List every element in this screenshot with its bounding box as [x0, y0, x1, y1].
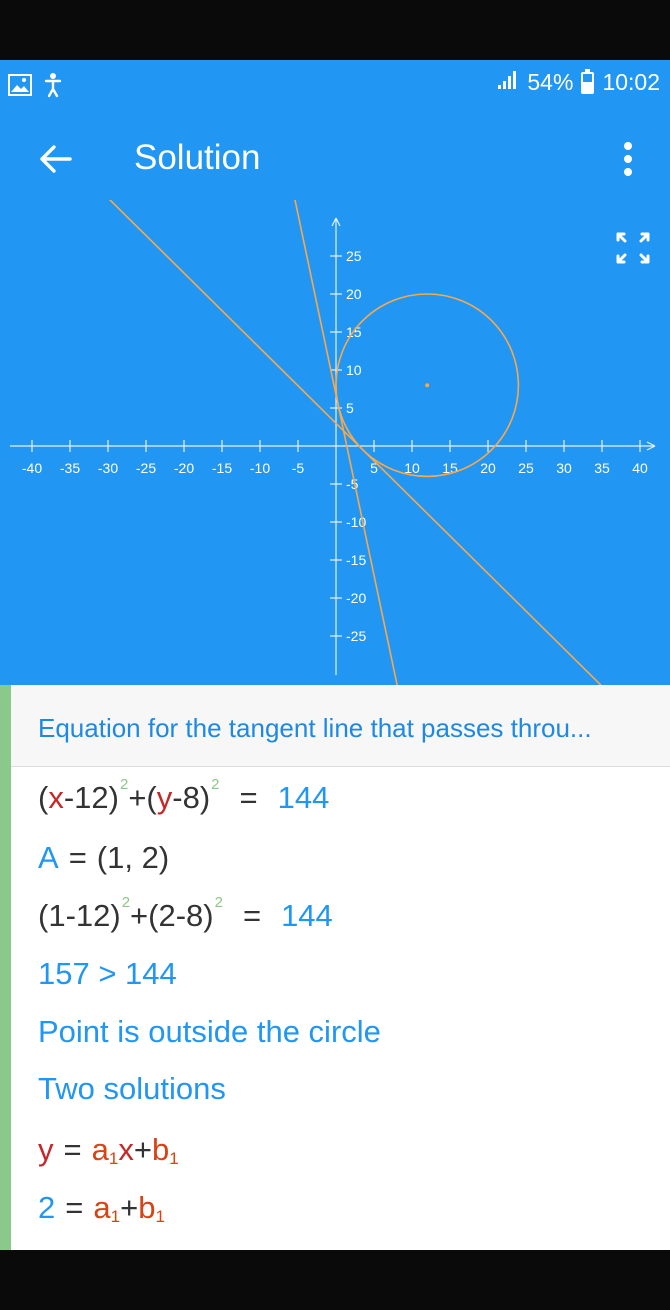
- page-title: Solution: [134, 138, 261, 177]
- y-tick-label: 25: [346, 248, 362, 264]
- x-tick-label: 20: [480, 460, 496, 476]
- equation-header-text: Equation for the tangent line that passe…: [38, 713, 592, 743]
- x-tick-label: 5: [370, 460, 378, 476]
- fullscreen-button[interactable]: [608, 222, 658, 272]
- coef-b-subscript: 1: [155, 1207, 165, 1226]
- tangent-line-1: [108, 200, 602, 685]
- y-tick-label: -25: [346, 628, 366, 644]
- exponent: 2: [211, 776, 220, 793]
- equals-sign: =: [63, 1132, 82, 1167]
- expand-icon: [616, 232, 650, 264]
- equals-sign: =: [65, 1190, 84, 1225]
- x-tick-label: -40: [22, 460, 42, 476]
- point-label: A: [38, 840, 59, 875]
- overflow-menu-button[interactable]: [608, 134, 648, 184]
- term-minus-12: -12): [63, 780, 119, 815]
- accessibility-icon: [42, 72, 64, 103]
- y-tick-label: -15: [346, 552, 366, 568]
- equals-sign: =: [242, 898, 262, 933]
- rhs-value: 144: [281, 898, 333, 933]
- step-comparison: 157 > 144: [38, 956, 177, 992]
- exponent: 2: [119, 776, 129, 793]
- gallery-icon: [8, 74, 32, 101]
- equals-sign: =: [68, 840, 87, 875]
- accent-bar: [0, 685, 11, 1250]
- plus-sign: +: [133, 1132, 152, 1167]
- comparison-text: 157 > 144: [38, 956, 177, 991]
- function-graph[interactable]: -40 -35 -30 -25 -20 -15 -10 -5 5 10 15 20 25 30 35 4025…: [0, 200, 670, 685]
- x-tick-label: -15: [212, 460, 232, 476]
- more-vert-icon: [624, 142, 632, 176]
- status-bar: 54% 10:02: [0, 60, 670, 108]
- plus-sign: +: [130, 898, 149, 933]
- step-point-a: A = (1, 2): [38, 840, 169, 876]
- term-1-minus-12: (1-12): [38, 898, 121, 933]
- paren-open: (: [38, 780, 49, 815]
- plus-sign: +: [128, 780, 147, 815]
- equals-sign: =: [239, 780, 258, 815]
- var-y: y: [38, 1132, 54, 1167]
- y-tick-label: -20: [346, 590, 366, 606]
- step-line-form: y = a 1 x + b 1: [38, 1132, 179, 1168]
- step-substituted-line: 2 = a 1 + b 1: [38, 1190, 165, 1226]
- y-tick-label: 10: [346, 362, 362, 378]
- lhs-value: 2: [38, 1190, 56, 1225]
- coef-b: b: [151, 1132, 170, 1167]
- back-button[interactable]: [30, 134, 80, 184]
- rhs-value: 144: [277, 780, 330, 815]
- solutions-text: Two solutions: [38, 1071, 226, 1106]
- var-y: y: [156, 780, 173, 815]
- x-tick-label: 30: [556, 460, 572, 476]
- tangent-line-2: [294, 200, 398, 685]
- y-tick-label: 5: [346, 400, 354, 416]
- x-tick-label: -20: [174, 460, 194, 476]
- bottom-black-bar: [0, 1250, 670, 1310]
- paren-open: (: [146, 780, 157, 815]
- x-tick-label: -25: [136, 460, 156, 476]
- step-substitution: (1-12) 2 + (2-8) 2 = 144: [38, 894, 333, 934]
- step-two-solutions: Two solutions: [38, 1071, 226, 1107]
- battery-percent: 54%: [527, 69, 574, 95]
- coef-a: a: [93, 1190, 111, 1225]
- var-x: x: [48, 780, 64, 815]
- point-coordinates: (1, 2): [96, 840, 170, 875]
- exponent: 2: [214, 894, 223, 911]
- app-bar: Solution: [0, 118, 670, 198]
- x-tick-label: -10: [250, 460, 270, 476]
- term-2-minus-8: (2-8): [148, 898, 214, 933]
- coef-b: b: [138, 1190, 156, 1225]
- coef-a-subscript: 1: [110, 1207, 121, 1226]
- y-tick-label: 20: [346, 286, 362, 302]
- var-x: x: [118, 1132, 134, 1167]
- x-tick-label: 25: [518, 460, 534, 476]
- arrow-left-icon: [40, 145, 72, 173]
- x-tick-label: 35: [594, 460, 610, 476]
- exponent: 2: [121, 894, 131, 911]
- battery-icon: [581, 68, 595, 94]
- coef-b-subscript: 1: [169, 1149, 179, 1168]
- coef-a-subscript: 1: [108, 1149, 119, 1168]
- outside-text: Point is outside the circle: [38, 1014, 381, 1049]
- x-tick-label: 40: [632, 460, 648, 476]
- x-tick-label: -5: [292, 460, 305, 476]
- circle-center-point: [425, 383, 430, 388]
- top-black-bar: [0, 0, 670, 60]
- coef-a: a: [91, 1132, 109, 1167]
- signal-icon: [497, 69, 519, 96]
- equation-header[interactable]: Equation for the tangent line that passe…: [11, 685, 670, 767]
- term-minus-8: -8): [172, 780, 211, 815]
- step-circle-equation: ( x -12) 2 + ( y -8) 2 = 144: [38, 776, 330, 816]
- plus-sign: +: [120, 1190, 139, 1225]
- clock: 10:02: [602, 69, 660, 95]
- x-tick-label: -30: [98, 460, 118, 476]
- step-outside-note: Point is outside the circle: [38, 1014, 381, 1050]
- x-tick-label: -35: [60, 460, 80, 476]
